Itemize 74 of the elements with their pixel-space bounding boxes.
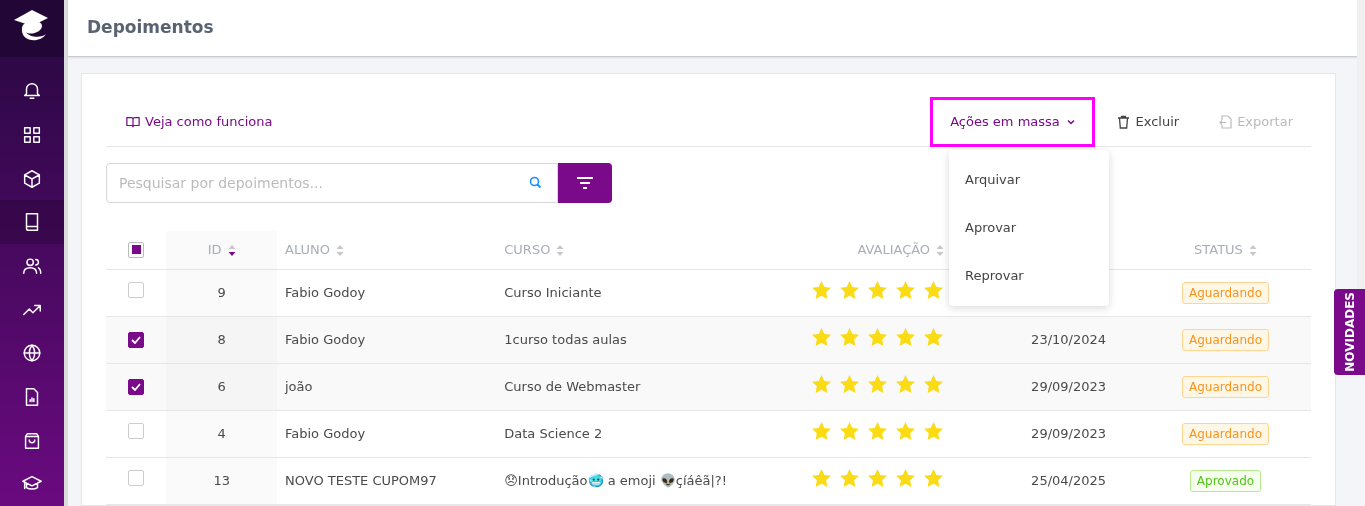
table-cell: 1curso todas aulas	[504, 331, 627, 347]
select-all-checkbox[interactable]	[128, 241, 144, 258]
status-tag: Aprovado	[1189, 469, 1262, 492]
table-cell: 9	[217, 284, 226, 300]
table-cell: Data Science 2	[504, 425, 603, 441]
star-icon	[924, 327, 944, 346]
help-link[interactable]: Veja como funciona	[126, 112, 273, 132]
table-cell: Fabio Godoy	[285, 284, 366, 300]
table-cell: NOVO TESTE CUPOM97	[285, 472, 437, 488]
table-cell: 6	[217, 378, 226, 394]
table-cell: joão	[285, 378, 313, 394]
table-cell: 13	[213, 472, 230, 488]
star-icon	[840, 468, 860, 487]
page-title: Depoimentos	[87, 16, 214, 40]
table-cell: 4	[217, 425, 226, 441]
cube-icon	[21, 167, 43, 190]
trash-icon	[1117, 115, 1131, 129]
status-tag: Aguardando	[1181, 375, 1269, 398]
star-icon	[868, 421, 888, 440]
star-icon	[896, 374, 916, 393]
book-icon	[126, 115, 140, 129]
star-icon	[812, 421, 832, 440]
table-cell: 29/09/2023	[1031, 378, 1107, 394]
news-tab[interactable]: NOVIDADES	[1334, 289, 1365, 375]
export-icon	[1219, 115, 1233, 129]
filter-icon	[576, 177, 594, 189]
star-icon	[812, 280, 832, 299]
menu-item[interactable]: Arquivar	[949, 156, 1109, 204]
star-icon	[812, 468, 832, 487]
search-field[interactable]: Pesquisar por depoimentos...	[106, 163, 558, 203]
star-icon	[924, 280, 944, 299]
star-icon	[896, 468, 916, 487]
table-cell: 23/10/2024	[1031, 331, 1107, 347]
status-tag: Aguardando	[1181, 422, 1269, 445]
star-icon	[896, 280, 916, 299]
star-icon	[812, 374, 832, 393]
star-icon	[840, 421, 860, 440]
star-icon	[840, 280, 860, 299]
star-icon	[868, 468, 888, 487]
star-icon	[896, 421, 916, 440]
check-icon	[131, 382, 141, 391]
delete-button[interactable]: Excluir	[1111, 111, 1186, 133]
star-icon	[924, 421, 944, 440]
table-cell: Curso de Webmaster	[504, 378, 641, 394]
row-checkbox[interactable]	[128, 378, 144, 395]
status-tag: Aguardando	[1181, 328, 1269, 351]
star-icon	[812, 327, 832, 346]
star-icon	[868, 280, 888, 299]
row-checkbox[interactable]	[128, 331, 144, 348]
star-icon	[868, 327, 888, 346]
check-icon	[131, 335, 141, 344]
sidebar-item[interactable]	[0, 200, 64, 245]
search-icon	[529, 176, 542, 189]
status-tag: Aguardando	[1181, 281, 1269, 304]
menu-item[interactable]: Reprovar	[949, 252, 1109, 300]
scrollbar[interactable]	[1357, 0, 1365, 289]
bulk-actions-button[interactable]: Ações em massa	[930, 97, 1096, 147]
table-cell: Fabio Godoy	[285, 425, 366, 441]
sort-icon[interactable]	[227, 244, 236, 257]
table-cell: Fabio Godoy	[285, 331, 366, 347]
star-icon	[896, 327, 916, 346]
star-icon	[868, 374, 888, 393]
table-cell: 25/04/2025	[1031, 472, 1107, 488]
star-icon	[924, 374, 944, 393]
star-icon	[924, 468, 944, 487]
star-icon	[840, 327, 860, 346]
table-cell: 😞Introdução🥶 a emoji 👽çíáêã|?!	[504, 472, 727, 488]
star-icon	[840, 374, 860, 393]
chevron-down-icon	[1065, 117, 1076, 127]
menu-item[interactable]: Aprovar	[949, 204, 1109, 252]
table-cell: 29/09/2023	[1031, 425, 1107, 441]
filter-button[interactable]	[558, 163, 612, 203]
table-cell: Curso Iniciante	[504, 284, 602, 300]
table-cell: 8	[217, 331, 226, 347]
